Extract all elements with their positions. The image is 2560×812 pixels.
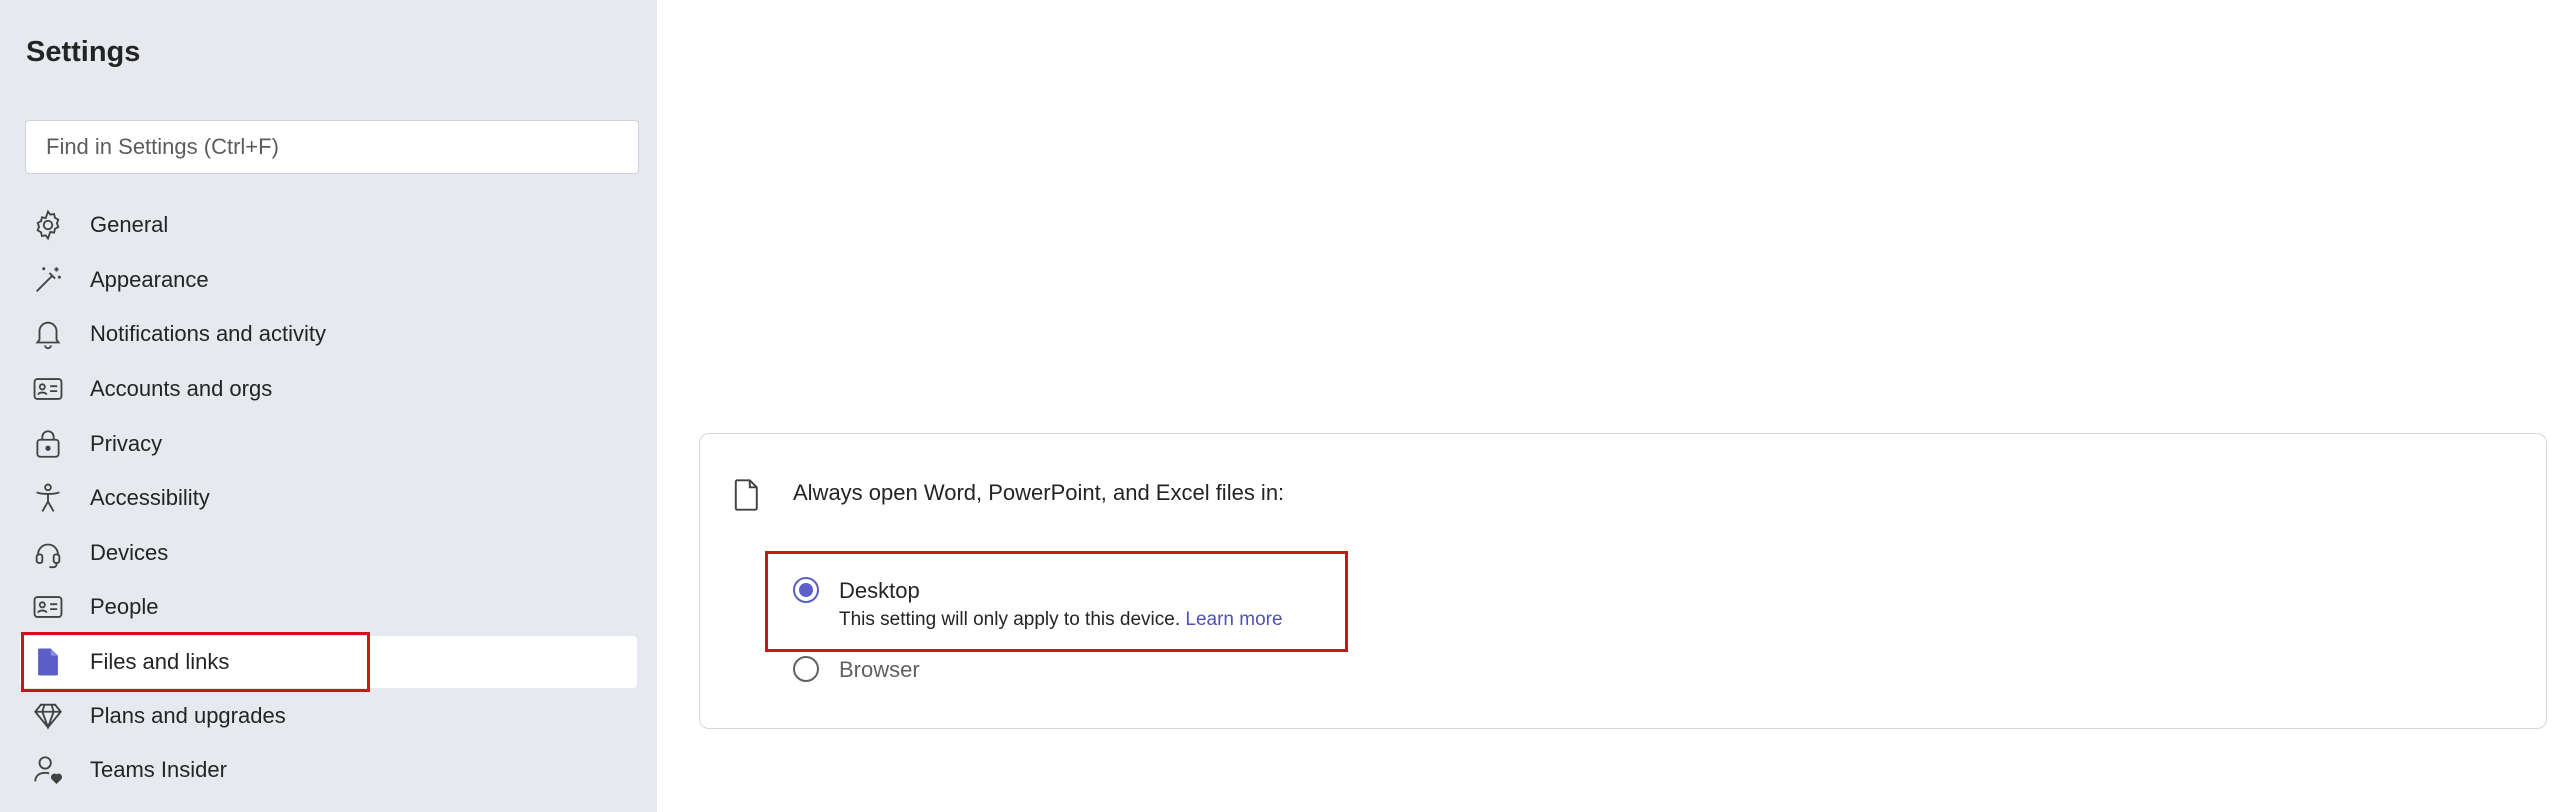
setting-title: Always open Word, PowerPoint, and Excel … [793, 480, 1285, 505]
sidebar-item-label: Devices [90, 540, 169, 565]
sidebar-item-label: Appearance [90, 267, 209, 292]
desktop-radio[interactable] [793, 577, 819, 603]
sidebar-item-label: General [90, 212, 169, 237]
gear-icon [30, 207, 66, 243]
sidebar-item-people[interactable]: People [20, 581, 637, 633]
page-title: Settings [26, 36, 141, 68]
sidebar-item-privacy[interactable]: Privacy [20, 418, 637, 470]
sidebar-item-general[interactable]: General [20, 199, 637, 251]
desktop-option-label[interactable]: Desktop [839, 578, 920, 604]
id-card-icon [30, 371, 66, 407]
diamond-icon [30, 698, 66, 734]
magic-wand-icon [30, 262, 66, 298]
learn-more-link[interactable]: Learn more [1185, 609, 1282, 630]
desktop-description-text: This setting will only apply to this dev… [839, 609, 1181, 630]
sidebar-item-label: Privacy [90, 431, 163, 456]
sidebar-item-devices[interactable]: Devices [20, 527, 637, 579]
headset-icon [30, 535, 66, 571]
sidebar-item-label: Accessibility [90, 485, 210, 510]
sidebar-item-label: People [90, 594, 159, 619]
contact-card-icon [30, 589, 66, 625]
sidebar-item-appearance[interactable]: Appearance [20, 254, 637, 306]
accessibility-icon [30, 480, 66, 516]
search-input[interactable] [25, 120, 639, 174]
settings-sidebar: Settings General Appearance Notification… [0, 0, 657, 812]
browser-option-label[interactable]: Browser [839, 657, 920, 683]
browser-radio[interactable] [793, 656, 819, 682]
sidebar-item-plans[interactable]: Plans and upgrades [20, 690, 637, 742]
desktop-option-description: This setting will only apply to this dev… [839, 609, 1283, 631]
person-heart-icon [30, 752, 66, 788]
document-outline-icon [733, 478, 761, 512]
sidebar-item-teams-insider[interactable]: Teams Insider [20, 744, 637, 796]
lock-icon [30, 426, 66, 462]
sidebar-item-label: Accounts and orgs [90, 376, 273, 401]
bell-icon [30, 316, 66, 352]
sidebar-item-label: Plans and upgrades [90, 703, 286, 728]
selection-highlight-box [21, 632, 370, 692]
sidebar-item-accessibility[interactable]: Accessibility [20, 472, 637, 524]
sidebar-item-label: Notifications and activity [90, 321, 326, 346]
sidebar-item-notifications[interactable]: Notifications and activity [20, 308, 637, 360]
sidebar-item-label: Teams Insider [90, 757, 227, 782]
sidebar-item-accounts[interactable]: Accounts and orgs [20, 363, 637, 415]
